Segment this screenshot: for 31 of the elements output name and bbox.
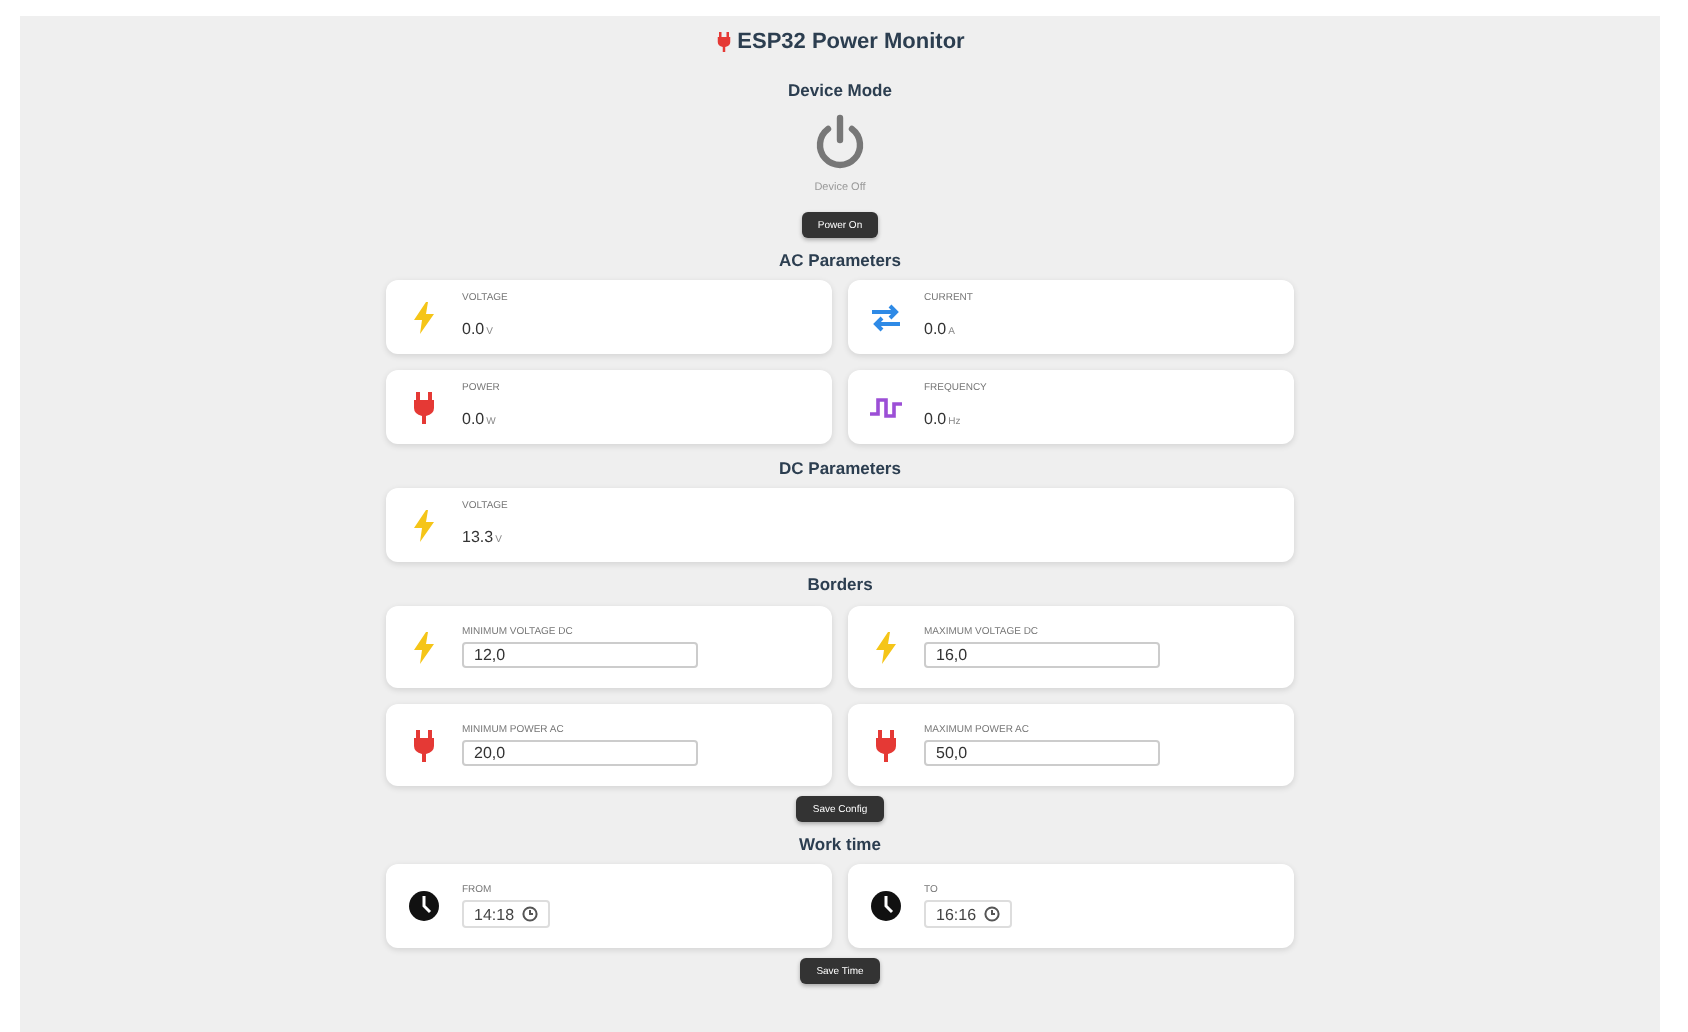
time-field[interactable]: 16:16 bbox=[924, 900, 1013, 928]
lightning-icon bbox=[412, 509, 436, 541]
wave-icon bbox=[868, 393, 904, 421]
section-heading: Device Mode bbox=[788, 80, 892, 100]
plug-icon bbox=[412, 729, 436, 761]
time-field[interactable]: 14:18 bbox=[462, 900, 551, 928]
arrows-icon bbox=[870, 303, 902, 331]
reading-value: 0.0 bbox=[924, 319, 947, 337]
reading-value: 0.0 bbox=[462, 319, 485, 337]
section-heading: DC Parameters bbox=[779, 458, 901, 478]
section-heading: Borders bbox=[807, 574, 873, 594]
plug-icon bbox=[412, 391, 436, 423]
clock-icon[interactable] bbox=[984, 906, 1001, 922]
section-heading: Work time bbox=[799, 834, 881, 854]
clock-icon[interactable] bbox=[522, 906, 539, 922]
clock-icon bbox=[408, 890, 440, 922]
input-field[interactable]: 16,0 bbox=[924, 642, 1160, 668]
input-field[interactable]: 50,0 bbox=[924, 740, 1160, 766]
plug-icon bbox=[874, 729, 898, 761]
input-field[interactable]: 12,0 bbox=[462, 642, 698, 668]
lightning-icon bbox=[412, 301, 436, 333]
reading-value: 0.0 bbox=[462, 409, 485, 427]
clock-icon bbox=[870, 890, 902, 922]
app-title: ESP32 Power Monitor bbox=[737, 30, 965, 54]
section-heading: AC Parameters bbox=[779, 250, 901, 270]
lightning-icon bbox=[874, 631, 898, 663]
input-field[interactable]: 20,0 bbox=[462, 740, 698, 766]
lightning-icon bbox=[412, 631, 436, 663]
reading-value: 13.3 bbox=[462, 527, 494, 545]
plug-icon bbox=[715, 32, 732, 52]
reading-value: 0.0 bbox=[924, 409, 947, 427]
